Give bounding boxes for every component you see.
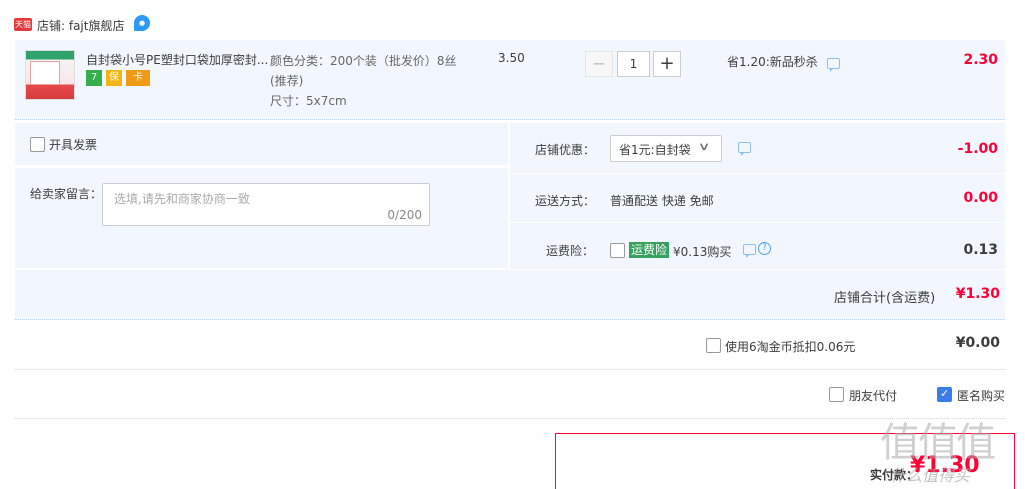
sku-color: 颜色分类：200个装（批发价）8丝(推荐) (270, 54, 457, 88)
anonymous-checkbox[interactable] (937, 387, 952, 402)
promo-comment-icon[interactable] (827, 58, 840, 72)
shop-discount-label: 店铺优惠： (535, 143, 596, 157)
insurance-label: 运费险： (546, 244, 595, 258)
item-subtotal: 2.30 (963, 52, 998, 68)
unit-price: 3.50 (498, 51, 525, 65)
watermark-logo: 值值值 (880, 420, 996, 466)
coin-deduct-label: 使用6淘金币抵扣0.06元 (725, 340, 856, 354)
sku-size: 尺寸：5x7cm (270, 94, 347, 108)
quantity-input[interactable]: 1 (617, 51, 650, 77)
seller-message-placeholder: 选填,请先和商家协商一致 (114, 192, 250, 206)
coin-deduct-checkbox[interactable] (706, 338, 721, 353)
invoice-label: 开具发票 (49, 138, 98, 152)
seven-day-return-icon[interactable]: 7 (86, 70, 102, 86)
friend-pay-checkbox[interactable] (829, 387, 844, 402)
shipping-method: 普通配送 快递 免邮 (610, 194, 714, 208)
tmall-badge: 天猫 (14, 18, 32, 31)
insurance-checkbox[interactable] (610, 243, 625, 258)
friend-pay-label: 朋友代付 (849, 389, 898, 403)
watermark-text: 什么值得买 (890, 466, 971, 485)
coin-deduct-value: ¥0.00 (955, 335, 1000, 351)
product-title-link[interactable]: 自封袋小号PE塑封口袋加厚密封... (86, 51, 268, 68)
shop-discount-value: 省1元:自封袋 (619, 143, 691, 157)
quantity-increase-button[interactable]: + (653, 51, 681, 77)
insurance-comment-icon[interactable] (743, 244, 756, 258)
divider (15, 418, 1005, 419)
discount-comment-icon[interactable] (738, 142, 751, 156)
help-icon[interactable]: ? (758, 242, 771, 255)
invoice-checkbox[interactable] (30, 137, 45, 152)
ww-chat-icon[interactable]: ● (134, 15, 150, 31)
insurance-badge: 运费险 (629, 242, 670, 258)
insurance-price: ¥0.13购买 (673, 245, 732, 259)
chevron-down-icon: ∨ (697, 140, 711, 153)
credit-card-icon[interactable]: 卡 (126, 70, 150, 86)
sku-info: 颜色分类：200个装（批发价）8丝(推荐) 尺寸：5x7cm (270, 51, 460, 111)
guarantee-icon[interactable]: 保 (106, 70, 122, 86)
shipping-label: 运送方式： (535, 194, 596, 208)
quantity-decrease-button[interactable]: − (585, 51, 613, 77)
shop-name-link[interactable]: 店铺: fajt旗舰店 (37, 17, 124, 34)
message-char-count: 0/200 (387, 208, 422, 222)
insurance-amount: 0.13 (963, 242, 998, 258)
item-promotion: 省1.20:新品秒杀 (727, 55, 818, 69)
message-label: 给卖家留言： (30, 187, 103, 201)
divider (15, 369, 1005, 370)
shipping-amount: 0.00 (963, 190, 998, 206)
anonymous-label: 匿名购买 (957, 389, 1006, 403)
product-thumbnail-bag (30, 61, 60, 85)
shop-discount-amount: -1.00 (957, 141, 998, 157)
shop-total-value: ¥1.30 (955, 286, 1000, 302)
